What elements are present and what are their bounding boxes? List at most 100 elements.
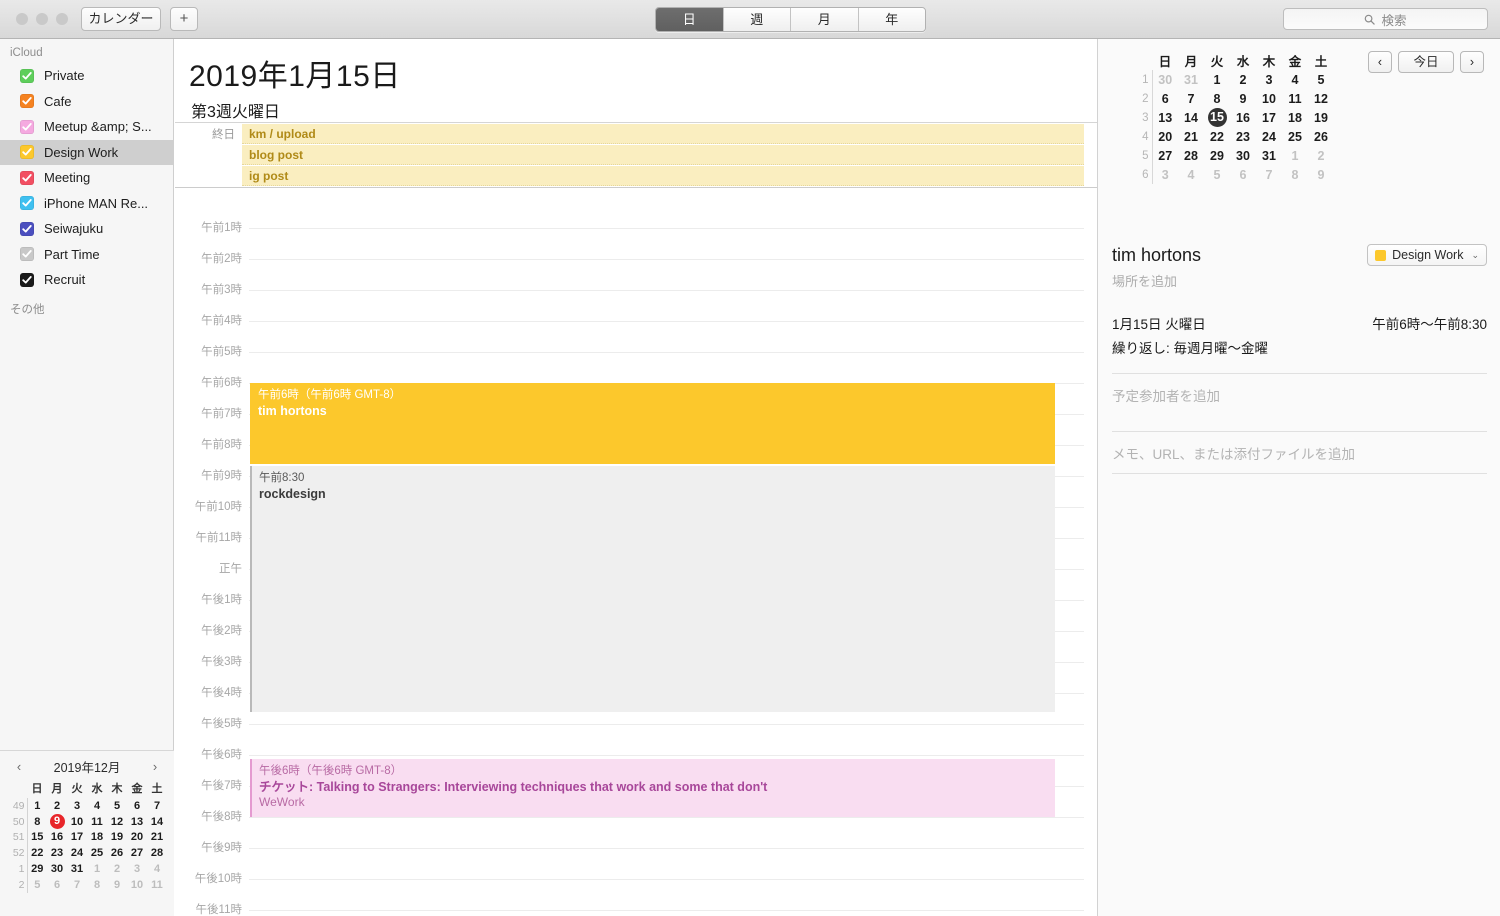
mini-calendar-day[interactable]: 2 — [107, 861, 127, 877]
calendar-checkbox-icon[interactable] — [20, 68, 34, 83]
previous-day-button[interactable]: ‹ — [1368, 51, 1392, 73]
add-event-button[interactable]: + — [170, 7, 198, 31]
event-location-placeholder[interactable]: 場所を追加 — [1112, 271, 1487, 290]
calendar-list-item[interactable]: Seiwajuku — [0, 216, 173, 242]
calendar-checkbox-icon[interactable] — [20, 247, 34, 262]
mini-calendar-day[interactable]: 7 — [147, 798, 167, 814]
inspector-mini-calendar[interactable]: 日月火水木金土 1 30 31 1 2 3 4 5 2 6 7 8 9 10 11 12 3 13 14 15 16 17 1… — [1126, 51, 1334, 184]
mini-calendar-day[interactable]: 2 — [47, 798, 67, 814]
mini-calendar-day[interactable]: 10 — [127, 877, 147, 893]
calendar-list-item[interactable]: Cafe — [0, 89, 173, 115]
mini-calendar-day[interactable]: 6 — [127, 798, 147, 814]
mini-calendar-day[interactable]: 4 — [1282, 70, 1308, 89]
close-button-icon[interactable] — [16, 13, 28, 25]
mini-calendar-day[interactable]: 26 — [1308, 127, 1334, 146]
mini-calendar-day[interactable]: 22 — [27, 845, 47, 861]
view-tab-日[interactable]: 日 — [656, 8, 723, 31]
mini-calendar-day[interactable]: 3 — [1152, 165, 1178, 184]
calendar-list-item[interactable]: Meetup &amp; S... — [0, 114, 173, 140]
mini-calendar-day[interactable]: 5 — [107, 798, 127, 814]
mini-calendar-day[interactable]: 21 — [147, 830, 167, 846]
view-tab-週[interactable]: 週 — [722, 8, 790, 31]
mini-calendar-day[interactable]: 19 — [107, 830, 127, 846]
calendar-list-item[interactable]: Design Work — [0, 139, 173, 165]
mini-calendar-day[interactable]: 31 — [1178, 70, 1204, 89]
minimize-button-icon[interactable] — [36, 13, 48, 25]
mini-calendar-day[interactable]: 31 — [67, 861, 87, 877]
next-day-button[interactable]: › — [1460, 51, 1484, 73]
all-day-event-chip[interactable]: blog post — [242, 144, 1084, 165]
view-tab-年[interactable]: 年 — [857, 8, 925, 31]
mini-calendar-day[interactable]: 7 — [67, 877, 87, 893]
mini-calendar-day[interactable]: 24 — [1256, 127, 1282, 146]
mini-calendar-day[interactable]: 3 — [1256, 70, 1282, 89]
event-notes-field[interactable]: メモ、URL、または添付ファイルを追加 — [1112, 431, 1487, 474]
mini-calendar-day[interactable]: 2 — [1230, 70, 1256, 89]
mini-calendar-day[interactable]: 30 — [1152, 70, 1178, 89]
mini-calendar-day[interactable]: 1 — [87, 861, 107, 877]
mini-calendar-day[interactable]: 1 — [1282, 146, 1308, 165]
mini-calendar-day[interactable]: 8 — [1204, 89, 1230, 108]
calendar-event-block[interactable]: 午前8:30 rockdesign — [250, 466, 1055, 712]
view-tab-月[interactable]: 月 — [790, 8, 858, 31]
mini-calendar-day[interactable]: 4 — [1178, 165, 1204, 184]
calendar-checkbox-icon[interactable] — [20, 170, 34, 185]
calendar-checkbox-icon[interactable] — [20, 119, 34, 134]
mini-calendar-day[interactable]: 15 — [27, 830, 47, 846]
mini-calendar-day[interactable]: 29 — [1204, 146, 1230, 165]
mini-calendar-day[interactable]: 29 — [27, 861, 47, 877]
calendar-list-item[interactable]: Meeting — [0, 165, 173, 191]
mini-calendar-day[interactable]: 18 — [1282, 108, 1308, 127]
mini-calendar-day[interactable]: 11 — [87, 814, 107, 830]
mini-calendar-day[interactable]: 12 — [1308, 89, 1334, 108]
mini-calendar-day[interactable]: 14 — [147, 814, 167, 830]
mini-calendar-day[interactable]: 1 — [27, 798, 47, 814]
all-day-event-chip[interactable]: km / upload — [242, 123, 1084, 144]
mini-calendar-day[interactable]: 14 — [1178, 108, 1204, 127]
mini-calendar-day[interactable]: 17 — [67, 830, 87, 846]
mini-calendar-day[interactable]: 1 — [1204, 70, 1230, 89]
today-button[interactable]: 今日 — [1398, 51, 1454, 73]
calendar-list-item[interactable]: iPhone MAN Re... — [0, 191, 173, 217]
mini-calendar-prev-icon[interactable]: ‹ — [12, 759, 26, 774]
all-day-event-row[interactable]: blog post — [175, 144, 1097, 165]
mini-calendar-next-icon[interactable]: › — [148, 759, 162, 774]
mini-calendar-day[interactable]: 4 — [147, 861, 167, 877]
mini-calendar-day[interactable]: 10 — [1256, 89, 1282, 108]
mini-calendar-day[interactable]: 9 — [1308, 165, 1334, 184]
mini-calendar-day[interactable]: 8 — [1282, 165, 1308, 184]
mini-calendar-day[interactable]: 3 — [67, 798, 87, 814]
mini-calendar-day[interactable]: 20 — [1152, 127, 1178, 146]
mini-calendar-day[interactable]: 21 — [1178, 127, 1204, 146]
mini-calendar-day[interactable]: 24 — [67, 845, 87, 861]
calendar-checkbox-icon[interactable] — [20, 94, 34, 109]
mini-calendar-day[interactable]: 16 — [1230, 108, 1256, 127]
mini-calendar-day[interactable]: 8 — [87, 877, 107, 893]
mini-calendar-day[interactable]: 9 — [47, 814, 67, 830]
mini-calendar-day[interactable]: 28 — [147, 845, 167, 861]
mini-calendar-day[interactable]: 16 — [47, 830, 67, 846]
event-title[interactable]: tim hortons — [1112, 245, 1201, 266]
mini-calendar-day[interactable]: 19 — [1308, 108, 1334, 127]
mini-calendar-day[interactable]: 25 — [87, 845, 107, 861]
calendar-list-item[interactable]: Recruit — [0, 267, 173, 293]
mini-calendar-day[interactable]: 11 — [147, 877, 167, 893]
mini-calendar-day[interactable]: 31 — [1256, 146, 1282, 165]
mini-calendar-day[interactable]: 20 — [127, 830, 147, 846]
mini-calendar-day[interactable]: 13 — [1152, 108, 1178, 127]
mini-calendar-day[interactable]: 18 — [87, 830, 107, 846]
calendar-checkbox-icon[interactable] — [20, 196, 34, 211]
mini-calendar-day[interactable]: 5 — [27, 877, 47, 893]
mini-calendar-day[interactable]: 27 — [127, 845, 147, 861]
calendar-event-block[interactable]: 午後6時（午後6時 GMT-8） チケット: Talking to Strange… — [250, 759, 1055, 817]
calendars-toggle-button[interactable]: カレンダー — [81, 7, 161, 31]
all-day-event-row[interactable]: ig post — [175, 165, 1097, 186]
mini-calendar-day[interactable]: 17 — [1256, 108, 1282, 127]
mini-calendar-day[interactable]: 5 — [1308, 70, 1334, 89]
mini-calendar-day[interactable]: 27 — [1152, 146, 1178, 165]
mini-calendar-day[interactable]: 30 — [1230, 146, 1256, 165]
mini-calendar-day[interactable]: 6 — [1230, 165, 1256, 184]
event-date[interactable]: 1月15日 火曜日 — [1112, 313, 1206, 333]
calendar-list-item[interactable]: Part Time — [0, 242, 173, 268]
mini-calendar-day[interactable]: 23 — [47, 845, 67, 861]
